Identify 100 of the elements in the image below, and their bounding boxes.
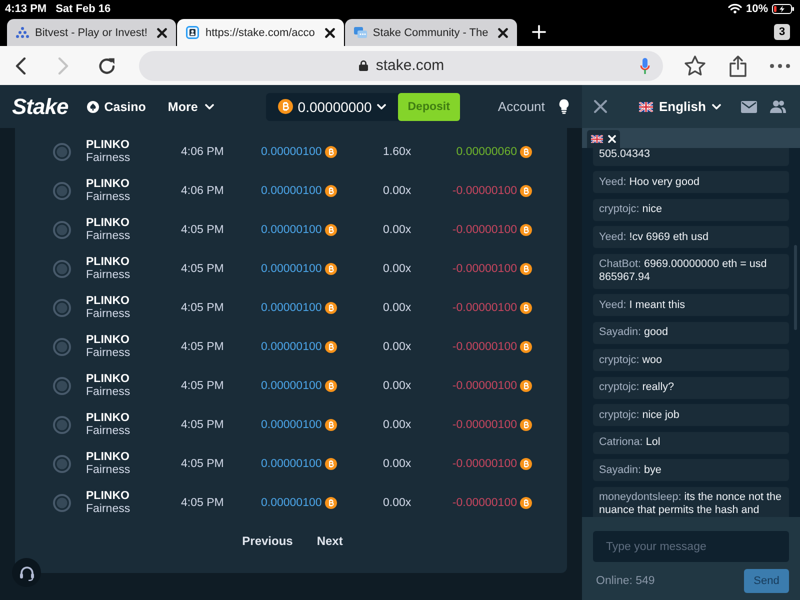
bitcoin-icon xyxy=(520,302,532,314)
bitcoin-icon xyxy=(520,184,532,196)
more-menu[interactable]: More xyxy=(168,100,214,114)
chat-message: cryptojc: nice xyxy=(593,198,789,220)
ring-icon xyxy=(53,376,71,394)
payout-amount: -0.00000100 xyxy=(452,380,517,392)
bet-amount: 0.00000100 xyxy=(261,302,322,314)
bet-time: 4:05 PM xyxy=(181,302,225,314)
language-dropdown[interactable]: English xyxy=(639,99,721,114)
game-name: PLINKO xyxy=(86,334,130,346)
close-icon[interactable] xyxy=(324,28,335,38)
payout-amount: -0.00000100 xyxy=(452,418,517,430)
mail-icon[interactable] xyxy=(741,100,757,112)
address-bar[interactable]: stake.com xyxy=(139,50,663,80)
message-input[interactable]: Type your message xyxy=(593,531,789,562)
bitcoin-icon xyxy=(520,146,532,158)
ring-icon xyxy=(53,494,71,512)
bet-amount: 0.00000100 xyxy=(261,224,322,236)
bet-amount: 0.00000100 xyxy=(261,340,322,352)
chat-message: Sayadin: bye xyxy=(593,459,789,481)
fairness-link[interactable]: Fairness xyxy=(86,268,130,282)
game-name: PLINKO xyxy=(86,490,130,502)
browser-tab[interactable]: Bitvest - Play or Invest! xyxy=(7,19,176,46)
bitcoin-icon xyxy=(520,458,532,470)
bet-amount: 0.00000100 xyxy=(261,262,322,274)
bet-amount: 0.00000100 xyxy=(261,146,322,158)
chat-message: ChatBot: 6969.00000000 eth = usd 865967.94 xyxy=(593,254,789,288)
bitcoin-icon xyxy=(324,224,337,236)
browser-tab[interactable]: Stake Community - The xyxy=(344,19,518,46)
bet-amount: 0.00000100 xyxy=(261,418,322,430)
bitcoin-icon xyxy=(324,146,337,158)
multiplier: 0.00x xyxy=(383,262,412,274)
casino-link[interactable]: Casino xyxy=(87,100,146,114)
ring-icon xyxy=(53,338,71,356)
bitcoin-icon xyxy=(278,99,293,114)
multiplier: 1.60x xyxy=(383,146,412,158)
bet-time: 4:05 PM xyxy=(181,418,225,430)
game-name: PLINKO xyxy=(86,138,130,152)
chat-message: 505.04343 xyxy=(593,148,789,166)
room-tab[interactable] xyxy=(587,130,620,148)
account-link[interactable]: Account xyxy=(498,99,545,114)
chat-message: cryptojc: nice job xyxy=(593,404,789,426)
payout-amount: -0.00000100 xyxy=(452,340,517,352)
ring-icon xyxy=(53,260,71,278)
plus-icon[interactable] xyxy=(532,24,546,38)
users-icon[interactable] xyxy=(770,100,786,113)
bet-amount: 0.00000100 xyxy=(261,380,322,392)
lightbulb-icon[interactable] xyxy=(558,99,569,114)
chevron-down-icon xyxy=(376,104,386,110)
close-icon[interactable] xyxy=(157,28,168,38)
chat-message: Sayadin: good xyxy=(593,322,789,344)
back-icon[interactable] xyxy=(15,56,26,74)
bitcoin-icon xyxy=(324,302,337,314)
multiplier: 0.00x xyxy=(383,224,412,236)
fairness-link[interactable]: Fairness xyxy=(86,424,130,438)
bet-time: 4:05 PM xyxy=(181,340,225,352)
more-icon[interactable] xyxy=(770,64,790,68)
portrait-icon xyxy=(186,26,200,39)
fairness-link[interactable]: Fairness xyxy=(86,308,130,320)
fairness-link[interactable]: Fairness xyxy=(86,464,130,476)
bet-time: 4:06 PM xyxy=(181,184,225,196)
microphone-icon[interactable] xyxy=(640,58,650,74)
bitcoin-icon xyxy=(324,496,337,508)
bitcoin-icon xyxy=(324,380,337,392)
star-icon[interactable] xyxy=(684,55,706,76)
reload-icon[interactable] xyxy=(98,56,116,74)
fairness-link[interactable]: Fairness xyxy=(86,230,130,242)
chevron-down-icon xyxy=(712,104,721,110)
multiplier: 0.00x xyxy=(383,418,412,430)
chevron-down-icon xyxy=(204,104,214,110)
share-icon[interactable] xyxy=(729,54,747,76)
bet-time: 4:05 PM xyxy=(181,262,225,274)
multiplier: 0.00x xyxy=(383,340,412,352)
fairness-link[interactable]: Fairness xyxy=(86,502,130,516)
fairness-link[interactable]: Fairness xyxy=(86,190,130,204)
fairness-link[interactable]: Fairness xyxy=(86,386,130,398)
chat-message: Yeed: Hoo very good xyxy=(593,171,789,193)
stake-logo[interactable]: Stake xyxy=(12,94,68,120)
fairness-link[interactable]: Fairness xyxy=(86,152,130,164)
game-name: PLINKO xyxy=(86,372,130,386)
game-name: PLINKO xyxy=(86,178,130,190)
fairness-link[interactable]: Fairness xyxy=(86,346,130,360)
page-link[interactable]: Previous xyxy=(242,534,293,548)
payout-amount: -0.00000100 xyxy=(452,458,517,470)
game-name: PLINKO xyxy=(86,294,130,308)
multiplier: 0.00x xyxy=(383,302,412,314)
tab-count[interactable]: 3 xyxy=(774,24,790,40)
support-button[interactable] xyxy=(12,558,41,587)
ring-icon xyxy=(53,298,71,316)
multiplier: 0.00x xyxy=(383,458,412,470)
browser-tab[interactable]: https://stake.com/acco xyxy=(177,19,344,46)
page-link[interactable]: Next xyxy=(316,534,343,548)
currency-dropdown[interactable]: 0.00000000 xyxy=(266,92,386,120)
casino-icon xyxy=(87,100,100,112)
bet-amount: 0.00000100 xyxy=(261,458,322,470)
close-icon[interactable] xyxy=(498,28,508,38)
game-name: PLINKO xyxy=(86,256,130,268)
battery-icon xyxy=(772,4,794,14)
game-name: PLINKO xyxy=(86,216,130,230)
multiplier: 0.00x xyxy=(383,496,412,508)
